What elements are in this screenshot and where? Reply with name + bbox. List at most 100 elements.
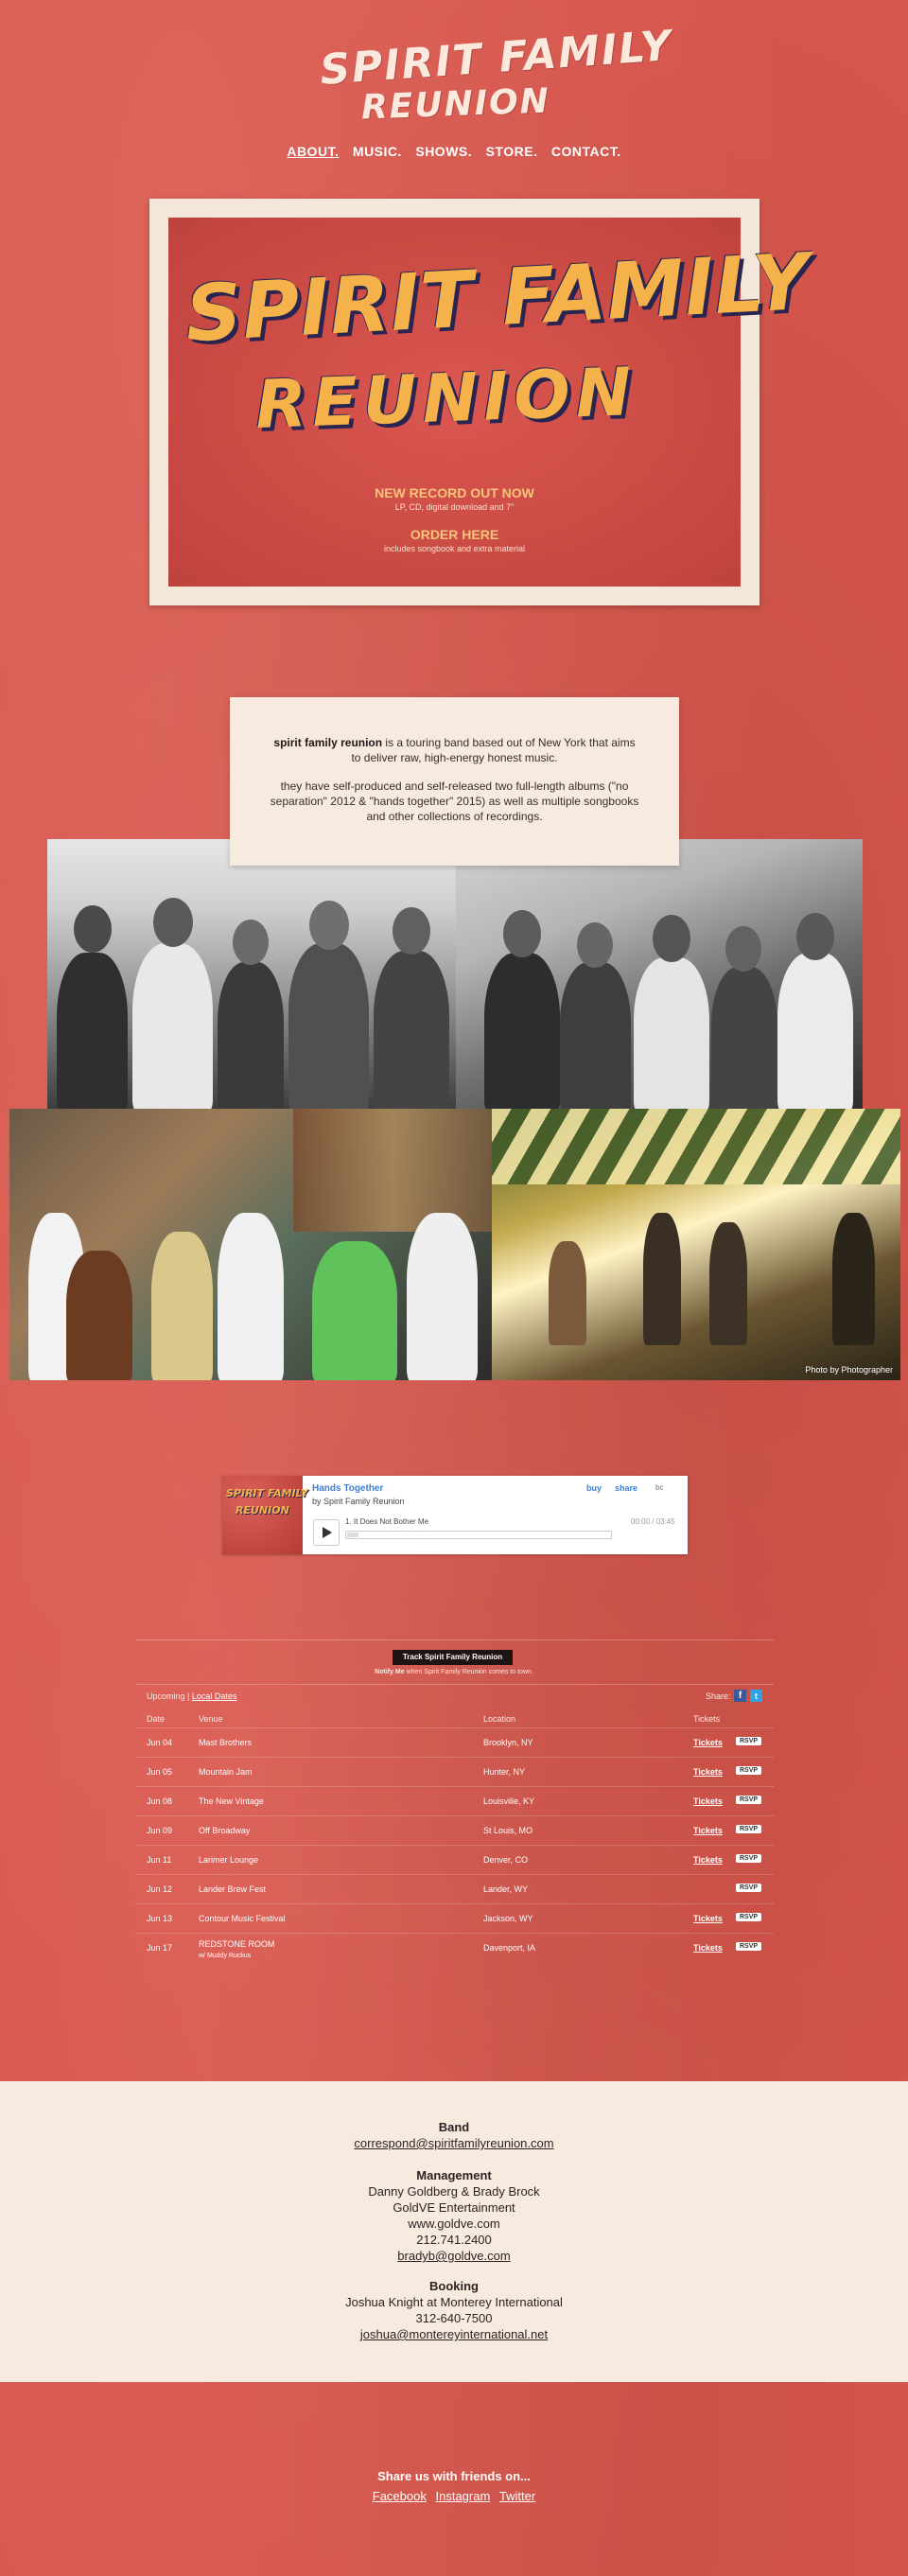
twitter-icon[interactable]: t [750,1690,762,1702]
hero-title-line-2: REUNION [253,352,638,445]
band-photo-3 [9,1109,492,1380]
order-here-title: ORDER HERE [410,527,499,542]
rsvp-button[interactable]: RSVP [736,1796,762,1804]
new-record-subtitle: LP, CD, digital download and 7" [394,502,515,512]
show-venue: Mountain Jam [199,1767,253,1777]
header-tickets: Tickets [693,1714,721,1724]
tickets-link[interactable]: Tickets [693,1796,723,1806]
rsvp-button[interactable]: RSVP [736,1913,762,1921]
tour-tabs: Upcoming | Local Dates [147,1691,237,1701]
tickets-link[interactable]: Tickets [693,1767,723,1777]
band-email[interactable]: correspond@spiritfamilyreunion.com [0,2135,908,2151]
album-art-line-2: REUNION [236,1504,289,1516]
bandcamp-logo[interactable]: bc [655,1483,663,1492]
progress-bar[interactable] [345,1531,612,1539]
tickets-link[interactable]: Tickets [693,1943,723,1953]
band-member-head [653,915,690,962]
table-row: Jun 12 Lander Brew Fest Lander, WY RSVP [135,1874,774,1904]
play-button[interactable] [313,1519,340,1546]
tab-upcoming[interactable]: Upcoming [147,1691,185,1701]
rsvp-button[interactable]: RSVP [736,1942,762,1951]
tickets-link[interactable]: Tickets [693,1855,723,1865]
band-member-figure [549,1241,586,1345]
facebook-icon[interactable]: f [734,1690,746,1702]
show-venue: Contour Music Festival [199,1914,286,1923]
rsvp-button[interactable]: RSVP [736,1884,762,1892]
nav-music[interactable]: MUSIC. [353,144,402,159]
nav-about[interactable]: ABOUT. [287,144,339,159]
show-location: Denver, CO [483,1855,529,1865]
booking-name: Joshua Knight at Monterey International [345,2295,563,2309]
nav-shows[interactable]: SHOWS. [415,144,472,159]
band-member-figure [484,953,560,1109]
hero-banner[interactable]: SPIRIT FAMILY REUNION NEW RECORD OUT NOW… [168,218,812,587]
show-location: Louisville, KY [483,1796,535,1806]
main-nav: ABOUT. MUSIC. SHOWS. STORE. CONTACT. [0,144,908,161]
tab-local-dates[interactable]: Local Dates [192,1691,237,1701]
track-band-button[interactable]: Track Spirit Family Reunion [393,1650,513,1665]
band-member-figure [634,957,709,1109]
band-member-figure [709,1222,747,1345]
progress-handle[interactable] [347,1533,358,1537]
about-paragraph-2: they have self-produced and self-release… [270,780,639,823]
share-label: Share: [706,1691,731,1701]
footer-facebook-link[interactable]: Facebook [373,2489,427,2503]
show-location: Lander, WY [483,1884,529,1894]
table-row: Jun 04 Mast Brothers Brooklyn, NY Tickets RS… [135,1727,774,1758]
band-member-head [577,922,613,968]
new-record-link[interactable]: NEW RECORD OUT NOW LP, CD, digital downl… [168,485,741,512]
table-row: Jun 09 Off Broadway St Louis, MO Tickets RSV… [135,1815,774,1846]
band-name: spirit family reunion [273,736,383,749]
band-member-figure [407,1213,478,1380]
band-member-figure [57,953,128,1109]
management-company: GoldVE Entertainment [393,2200,515,2215]
footer-twitter-link[interactable]: Twitter [499,2489,535,2503]
band-member-figure [643,1213,681,1345]
booking-email[interactable]: joshua@montereyinternational.net [0,2326,908,2342]
show-venue: Larimer Lounge [199,1855,259,1865]
tickets-link[interactable]: Tickets [693,1826,723,1835]
band-member-figure [832,1213,875,1345]
music-player: SPIRIT FAMILY REUNION Hands Together by … [222,1476,688,1554]
management-names: Danny Goldberg & Brady Brock [368,2184,540,2199]
bookshelf-shape [293,1109,492,1232]
site-logo[interactable]: SPIRIT FAMILY REUNION [312,22,674,131]
notify-me-link[interactable]: Notify Me [375,1669,405,1675]
show-date: Jun 13 [147,1914,173,1923]
band-member-head [233,920,269,965]
footer-links: Facebook Instagram Twitter [0,2489,908,2503]
order-here-link[interactable]: ORDER HERE includes songbook and extra m… [168,527,741,553]
nav-store[interactable]: STORE. [486,144,538,159]
tickets-link[interactable]: Tickets [693,1914,723,1923]
band-member-head [725,926,761,972]
band-member-figure [560,962,631,1109]
table-row: Jun 08 The New Vintage Louisville, KY Ticke… [135,1786,774,1816]
show-venue: Mast Brothers [199,1738,253,1747]
rsvp-button[interactable]: RSVP [736,1854,762,1863]
booking-phone: 312-640-7500 [415,2311,493,2325]
track-time: 00:00 / 03:45 [631,1517,675,1526]
tour-divider [135,1684,774,1685]
rsvp-button[interactable]: RSVP [736,1825,762,1833]
band-member-figure [312,1241,397,1380]
footer-instagram-link[interactable]: Instagram [435,2489,490,2503]
rsvp-button[interactable]: RSVP [736,1737,762,1745]
band-member-figure [777,953,853,1109]
album-art[interactable]: SPIRIT FAMILY REUNION [222,1476,308,1554]
management-email[interactable]: bradyb@goldve.com [0,2248,908,2264]
tour-divider [135,1639,774,1640]
album-title[interactable]: Hands Together [312,1483,383,1494]
notify-rest: when Spirit Family Reunion comes to town… [404,1669,533,1675]
band-member-head [74,905,112,953]
album-artist[interactable]: by Spirit Family Reunion [312,1497,405,1506]
header-location: Location [483,1714,516,1724]
buy-link[interactable]: buy [586,1483,602,1493]
rsvp-button[interactable]: RSVP [736,1766,762,1775]
tent-stripes [492,1109,900,1184]
tickets-link[interactable]: Tickets [693,1738,723,1747]
management-website[interactable]: www.goldve.com [0,2216,908,2232]
share-link[interactable]: share [615,1483,637,1493]
about-line-1: is a touring band based out of New York … [351,736,636,764]
nav-contact[interactable]: CONTACT. [551,144,621,159]
band-member-figure [711,967,777,1109]
